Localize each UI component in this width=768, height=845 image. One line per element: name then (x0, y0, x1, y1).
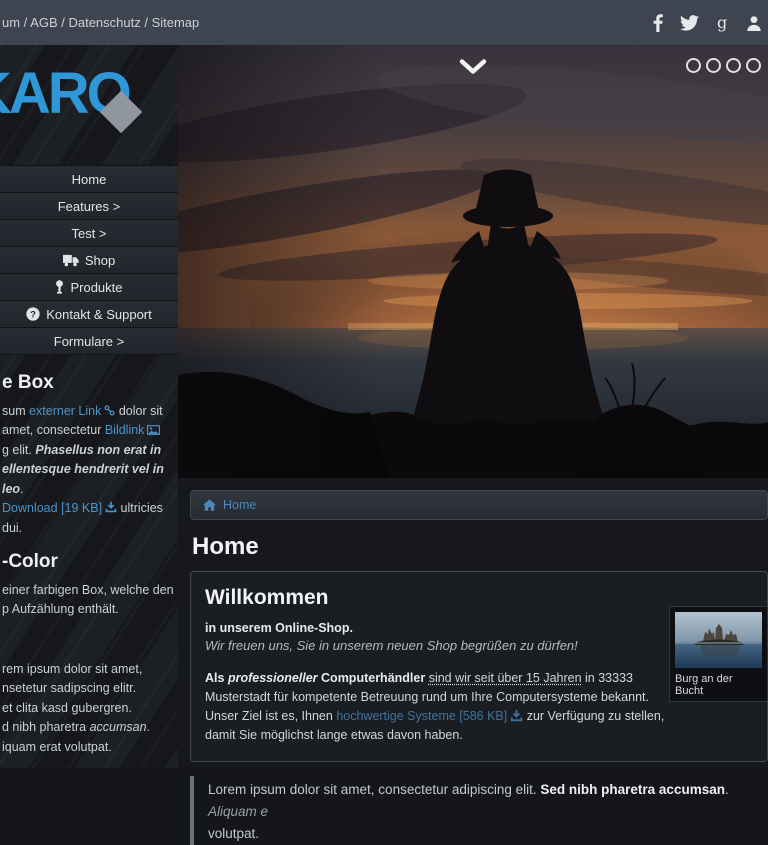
welcome-panel: Willkommen in unserem Online-Shop. Wir f… (190, 571, 768, 762)
menu-label: Test > (71, 226, 106, 241)
breadcrumb[interactable]: Home (190, 490, 768, 520)
image-icon (147, 425, 160, 435)
topbar: um / AGB / Datenschutz / Sitemap g (0, 0, 768, 45)
menu-item-test[interactable]: Test > (0, 220, 178, 247)
download-link[interactable]: Download [19 KB] (2, 501, 102, 515)
sidebar-box1-heading: e Box (2, 373, 174, 393)
castle-image (675, 612, 762, 668)
image-link[interactable]: Bildlink (105, 423, 145, 437)
sidebar-box2-text: einer farbigen Box, welche den p Aufzähl… (2, 581, 174, 758)
quote-bar (190, 776, 194, 845)
external-link[interactable]: externer Link (29, 404, 101, 418)
sidebar: KARO Home Features > Test > Shop Produkt… (0, 45, 178, 768)
sidebar-content: e Box sum externer Link dolor sit amet, … (0, 355, 178, 757)
menu-item-home[interactable]: Home (0, 166, 178, 193)
menu-item-kontakt[interactable]: ? Kontakt & Support (0, 301, 178, 328)
google-icon[interactable]: g (716, 14, 729, 32)
menu-item-shop[interactable]: Shop (0, 247, 178, 274)
dropper-icon (55, 280, 64, 294)
page-title: Home (192, 533, 768, 561)
svg-text:?: ? (30, 309, 36, 320)
svg-text:g: g (717, 14, 727, 32)
question-circle-icon: ? (26, 307, 40, 321)
menu-item-features[interactable]: Features > (0, 193, 178, 220)
logo[interactable]: KARO (0, 45, 178, 165)
carousel-dot[interactable] (726, 58, 741, 73)
castle-thumbnail[interactable]: Burg an der Bucht (669, 606, 768, 702)
breadcrumb-label: Home (223, 498, 256, 512)
welcome-paragraph: Als professioneller Computerhändler sind… (205, 669, 673, 745)
main-menu: Home Features > Test > Shop Produkte ? K… (0, 165, 178, 355)
menu-item-produkte[interactable]: Produkte (0, 274, 178, 301)
footer-links[interactable]: um / AGB / Datenschutz / Sitemap (0, 15, 199, 30)
sidebar-box2-heading: -Color (2, 552, 174, 572)
sidebar-box1-text: sum externer Link dolor sit amet, consec… (2, 402, 174, 539)
home-icon (203, 499, 216, 511)
main-area: Home Home Willkommen in unserem Online-S… (178, 45, 768, 768)
carousel-dot[interactable] (746, 58, 761, 73)
hero-image (178, 45, 768, 478)
link-icon (104, 405, 115, 416)
menu-label: Formulare > (54, 334, 124, 349)
menu-label: Features > (58, 199, 121, 214)
quote-text: Lorem ipsum dolor sit amet, consectetur … (208, 776, 768, 845)
download-icon (510, 709, 523, 722)
truck-icon (63, 254, 79, 267)
menu-item-formulare[interactable]: Formulare > (0, 328, 178, 355)
menu-label: Home (72, 172, 107, 187)
hero-slider (178, 45, 768, 478)
social-links: g (653, 14, 768, 32)
page-content: Home Home Willkommen in unserem Online-S… (178, 478, 768, 845)
menu-label: Shop (85, 253, 115, 268)
twitter-icon[interactable] (680, 15, 699, 31)
carousel-dot[interactable] (706, 58, 721, 73)
download-icon (105, 501, 117, 513)
menu-label: Kontakt & Support (46, 307, 152, 322)
quote-block: Lorem ipsum dolor sit amet, consectetur … (190, 776, 768, 845)
systems-download-link[interactable]: hochwertige Systeme [586 KB] (336, 709, 507, 723)
menu-label: Produkte (70, 280, 122, 295)
carousel-dot[interactable] (686, 58, 701, 73)
chevron-down-icon[interactable] (459, 59, 487, 79)
user-icon[interactable] (746, 15, 762, 31)
carousel-dots (686, 58, 761, 73)
thumbnail-caption: Burg an der Bucht (675, 673, 762, 697)
spacer (2, 620, 174, 660)
facebook-icon[interactable] (653, 14, 663, 32)
